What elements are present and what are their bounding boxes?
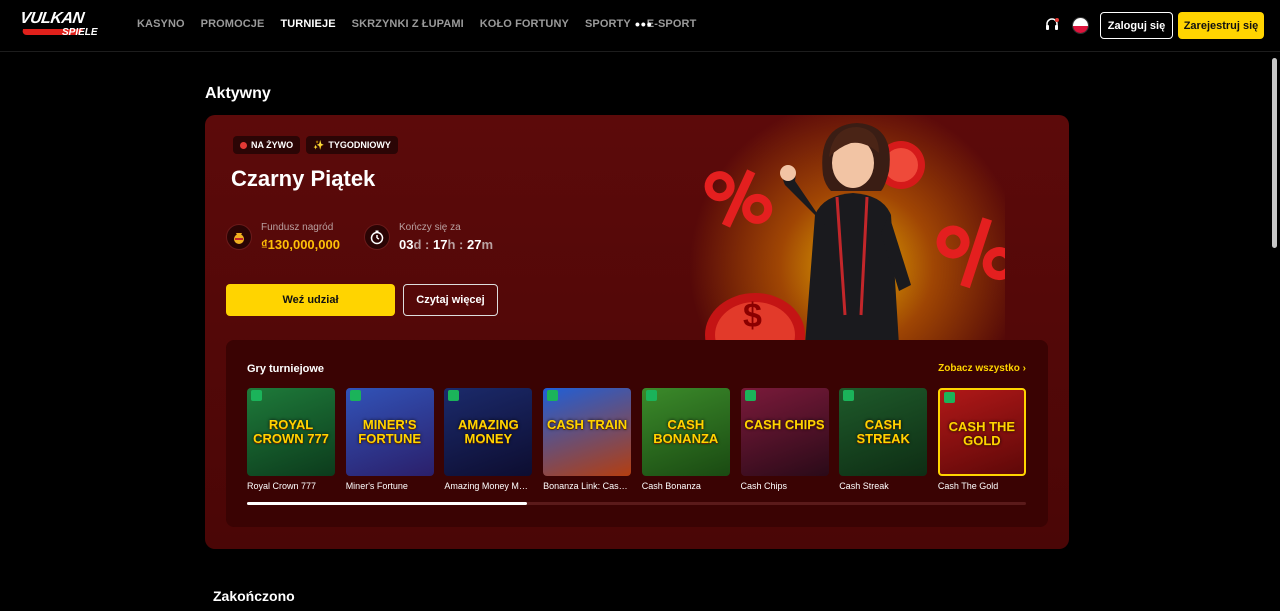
section-title-active: Aktywny xyxy=(205,85,271,102)
nav-kasyno[interactable]: KASYNO xyxy=(137,18,185,30)
game-name: Cash Bonanza xyxy=(641,481,701,491)
countdown-timer: 03d : 17h : 27m xyxy=(399,237,494,252)
logo-text: VULKAN xyxy=(18,10,85,27)
game-tile[interactable]: CASH CHIPS Cash Chips xyxy=(740,388,829,491)
tournament-game-icon xyxy=(349,390,361,401)
nav-skrzynki[interactable]: SKRZYNKI Z ŁUPAMI xyxy=(352,18,464,30)
game-art-title: CASH BONANZA xyxy=(653,417,719,446)
live-dot-icon xyxy=(240,141,247,149)
vulkan-logo[interactable]: VULKAN SPIELE xyxy=(18,10,110,42)
game-tile[interactable]: CASH STREAK Cash Streak xyxy=(839,388,928,491)
game-name: Royal Crown 777 xyxy=(247,481,317,491)
games-scroll-track[interactable] xyxy=(247,502,1026,505)
language-flag-icon[interactable] xyxy=(1072,17,1089,34)
game-thumbnail[interactable]: CASH TRAIN xyxy=(543,388,632,476)
svg-text:$: $ xyxy=(743,297,762,335)
money-bag-icon xyxy=(226,224,252,250)
game-tile[interactable]: CASH BONANZA Cash Bonanza xyxy=(641,388,730,491)
stopwatch-icon xyxy=(364,224,390,250)
tournament-game-icon xyxy=(448,390,460,401)
prize-pool: Fundusz nagród ₫130,000,000 xyxy=(226,222,340,252)
game-art-title: MINER'S FORTUNE xyxy=(358,417,422,446)
chevron-right-icon: › xyxy=(1022,363,1026,374)
timer-hours: 17 xyxy=(433,237,448,252)
game-tile[interactable]: ROYAL CROWN 777 Royal Crown 777 xyxy=(247,388,335,491)
nav-turnieje[interactable]: TURNIEJE xyxy=(280,18,335,30)
game-art-title: CASH STREAK xyxy=(856,417,910,446)
game-name: Miner's Fortune xyxy=(345,481,408,491)
game-name: Cash The Gold xyxy=(937,481,999,491)
join-tournament-button[interactable]: Weź udział xyxy=(226,284,395,316)
live-badge: NA ŻYWO xyxy=(233,136,301,154)
game-thumbnail[interactable]: ROYAL CROWN 777 xyxy=(247,388,335,476)
prize-pool-value: ₫130,000,000 xyxy=(261,237,340,252)
game-tile[interactable]: AMAZING MONEY Amazing Money Mac... xyxy=(444,388,533,491)
game-art-title: CASH CHIPS xyxy=(744,417,825,432)
nav-kolo-fortuny[interactable]: KOŁO FORTUNY xyxy=(480,18,569,30)
see-all-link[interactable]: Zobacz wszystko › xyxy=(938,363,1026,374)
tournament-game-icon xyxy=(251,390,262,401)
nav-esport[interactable]: E-SPORT xyxy=(647,18,697,30)
tournament-game-icon xyxy=(843,390,855,401)
tournament-game-icon xyxy=(645,390,657,401)
section-title-ended: Zakończono xyxy=(213,588,295,604)
tournament-title: Czarny Piątek xyxy=(231,166,376,191)
support-headset-icon[interactable] xyxy=(1044,17,1060,33)
weekly-badge: ✨ TYGODNIOWY xyxy=(306,136,398,154)
game-thumbnail[interactable]: CASH CHIPS xyxy=(740,388,829,476)
tournament-game-icon xyxy=(744,390,756,401)
read-more-button[interactable]: Czytaj więcej xyxy=(403,284,498,316)
game-tile[interactable]: MINER'S FORTUNE Miner's Fortune xyxy=(345,388,434,491)
game-name: Cash Chips xyxy=(740,481,788,491)
game-name: Cash Streak xyxy=(839,481,889,491)
sparkle-icon: ✨ xyxy=(313,139,325,150)
game-thumbnail[interactable]: CASH BONANZA xyxy=(641,388,730,476)
main-nav: KASYNO PROMOCJE TURNIEJE SKRZYNKI Z ŁUPA… xyxy=(137,18,712,30)
tournament-badges: NA ŻYWO ✨ TYGODNIOWY xyxy=(233,136,398,154)
logo-subtext: SPIELE xyxy=(62,27,98,38)
nav-promocje[interactable]: PROMOCJE xyxy=(201,18,265,30)
game-thumbnail[interactable]: CASH STREAK xyxy=(839,388,928,476)
tournament-card: $ NA ŻYWO ✨ TYGODNIOWY Czarny Piątek Fun… xyxy=(205,115,1069,549)
login-button[interactable]: Zaloguj się xyxy=(1100,12,1173,39)
game-thumbnail[interactable]: AMAZING MONEY xyxy=(444,388,533,476)
games-scroll-thumb[interactable] xyxy=(247,502,528,505)
game-thumbnail[interactable]: MINER'S FORTUNE xyxy=(345,388,434,476)
tournament-game-icon xyxy=(943,392,955,403)
games-title: Gry turniejowe xyxy=(247,363,325,375)
hero-illustration: $ xyxy=(675,115,1016,377)
page-scrollbar[interactable] xyxy=(1272,58,1277,248)
game-tile[interactable]: CASH TRAIN Bonanza Link: Cash ... xyxy=(543,388,632,491)
tournament-games-panel: Gry turniejowe Zobacz wszystko › ROYAL C… xyxy=(226,340,1048,527)
ends-in-label: Kończy się za xyxy=(399,222,461,233)
register-button[interactable]: Zarejestruj się xyxy=(1178,12,1264,39)
prize-pool-label: Fundusz nagród xyxy=(261,222,334,233)
game-thumbnail[interactable]: CASH THE GOLD xyxy=(937,388,1026,476)
top-header: VULKAN SPIELE KASYNO PROMOCJE TURNIEJE S… xyxy=(0,0,1280,52)
tournament-game-icon xyxy=(547,390,559,401)
ends-in: Kończy się za 03d : 17h : 27m xyxy=(364,222,493,252)
game-art-title: AMAZING MONEY xyxy=(458,417,519,446)
more-menu-icon[interactable]: ••• xyxy=(635,17,653,31)
game-tile[interactable]: CASH THE GOLD Cash The Gold xyxy=(937,388,1026,491)
game-name: Bonanza Link: Cash ... xyxy=(543,481,632,491)
timer-minutes: 27 xyxy=(467,237,482,252)
game-art-title: CASH TRAIN xyxy=(547,417,628,432)
game-art-title: CASH THE GOLD xyxy=(948,419,1016,448)
timer-days: 03 xyxy=(399,237,414,252)
game-art-title: ROYAL CROWN 777 xyxy=(253,417,329,446)
nav-sporty[interactable]: SPORTY xyxy=(585,18,631,30)
game-name: Amazing Money Mac... xyxy=(444,481,533,491)
